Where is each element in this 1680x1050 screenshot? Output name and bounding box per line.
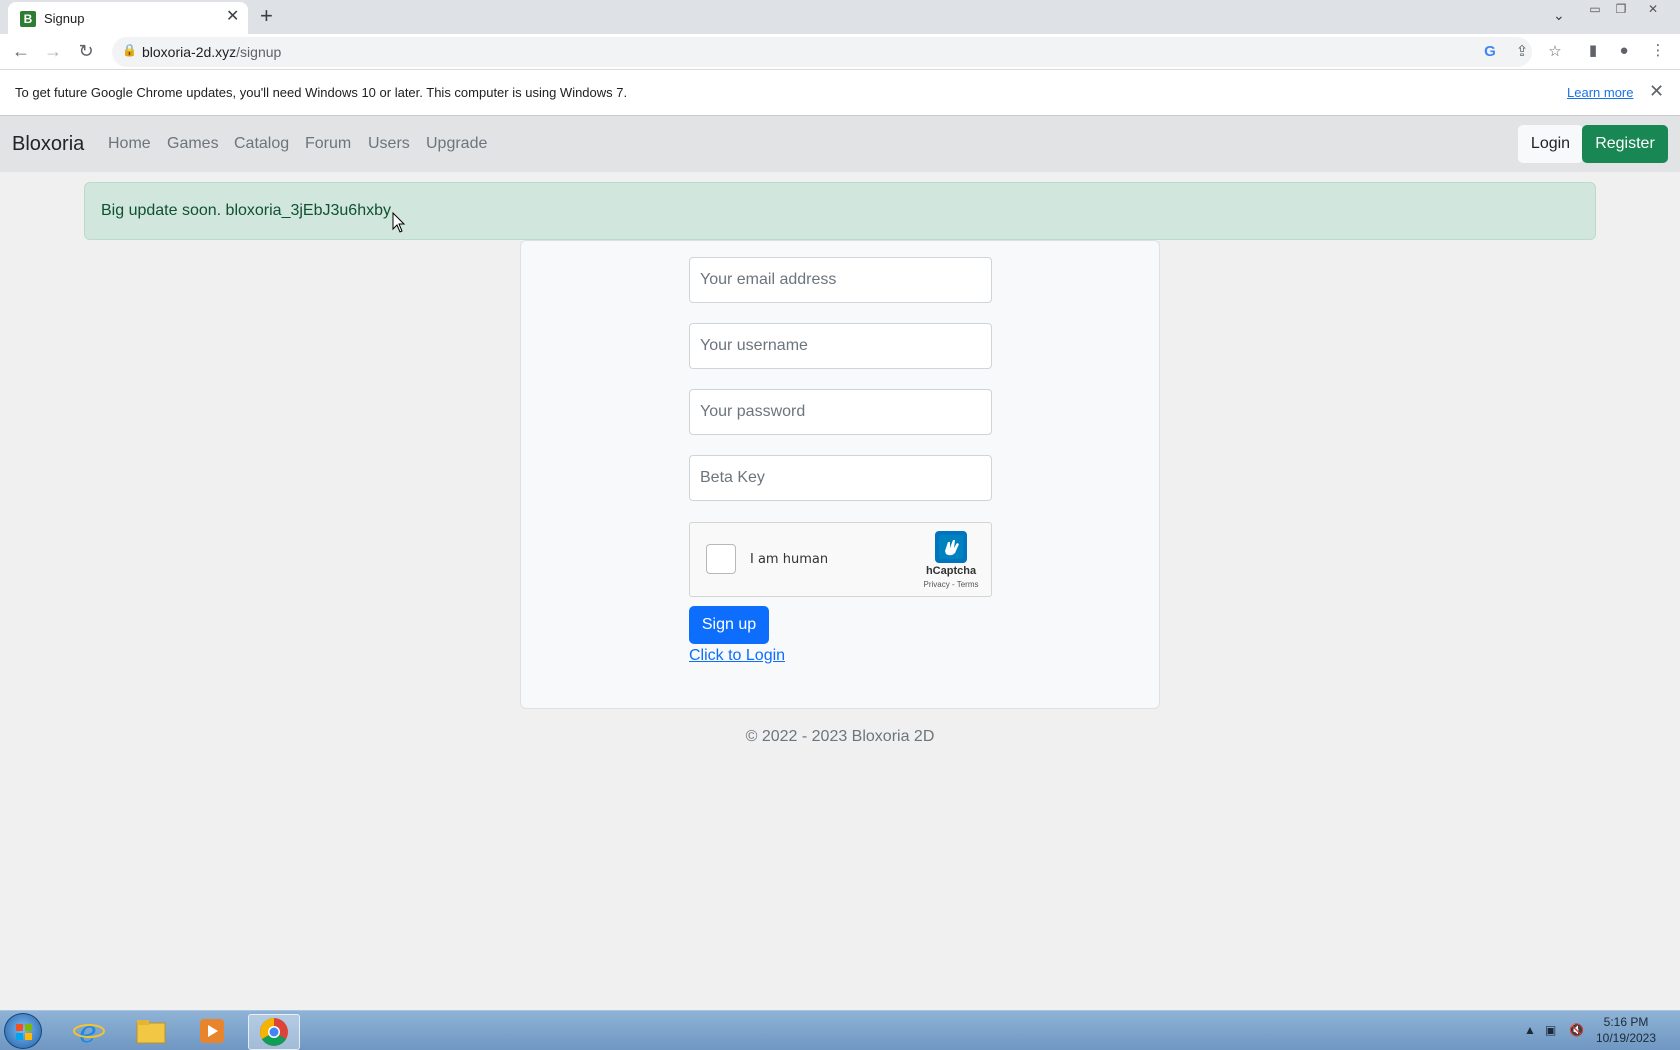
register-button[interactable]: Register xyxy=(1582,125,1668,163)
learn-more-link[interactable]: Learn more xyxy=(1567,85,1633,100)
restore-window-icon[interactable]: ❐ xyxy=(1608,0,1634,18)
system-clock[interactable]: 5:16 PM 10/19/2023 xyxy=(1588,1014,1664,1046)
windows-taskbar: e ▲ ▣ 🔇 5:16 PM 10/19/2023 xyxy=(0,1010,1680,1050)
hcaptcha-logo-icon xyxy=(935,531,967,563)
click-to-login-link[interactable]: Click to Login xyxy=(689,647,785,665)
address-bar[interactable]: 🔒 bloxoria-2d.xyz/signup G ⇪ ☆ xyxy=(112,37,1562,67)
chrome-taskbar-icon[interactable] xyxy=(248,1014,300,1050)
hcaptcha-widget: I am human hCaptcha Privacy - Terms xyxy=(689,522,992,597)
captcha-checkbox[interactable] xyxy=(706,544,736,574)
clock-date: 10/19/2023 xyxy=(1595,1031,1657,1045)
nav-link-forum[interactable]: Forum xyxy=(305,135,351,153)
site-brand[interactable]: Bloxoria xyxy=(12,133,84,156)
network-icon[interactable]: ▣ xyxy=(1545,1023,1556,1037)
internet-explorer-icon[interactable]: e xyxy=(63,1014,115,1050)
site-favicon-icon: B xyxy=(20,11,36,27)
captcha-terms[interactable]: Privacy - Terms xyxy=(912,580,990,589)
captcha-label: I am human xyxy=(750,552,829,567)
nav-link-home[interactable]: Home xyxy=(108,135,151,153)
nav-link-upgrade[interactable]: Upgrade xyxy=(426,135,487,153)
close-window-icon[interactable]: ✕ xyxy=(1640,0,1666,18)
username-field[interactable] xyxy=(689,323,992,369)
back-arrow-icon[interactable]: ← xyxy=(9,40,33,62)
site-navbar: Bloxoria Home Games Catalog Forum Users … xyxy=(0,116,1680,172)
update-infobar: To get future Google Chrome updates, you… xyxy=(0,70,1680,116)
alert-text: Big update soon. bloxoria_3jEbJ3u6hxby xyxy=(101,202,391,219)
minimize-window-icon[interactable]: ▭ xyxy=(1582,0,1608,18)
beta-key-field[interactable] xyxy=(689,455,992,501)
new-tab-icon[interactable]: + xyxy=(260,5,273,27)
share-icon[interactable]: ⇪ xyxy=(1512,43,1532,61)
tab-title: Signup xyxy=(44,11,85,26)
file-explorer-icon[interactable] xyxy=(125,1014,177,1050)
url-text: bloxoria-2d.xyz/signup xyxy=(142,44,282,60)
browser-toolbar: ← → ↻ 🔒 bloxoria-2d.xyz/signup G ⇪ ☆ ▮ ●… xyxy=(0,34,1680,70)
tray-expand-icon[interactable]: ▲ xyxy=(1524,1023,1536,1037)
infobar-message: To get future Google Chrome updates, you… xyxy=(15,85,628,100)
forward-arrow-icon[interactable]: → xyxy=(41,40,65,62)
nav-link-catalog[interactable]: Catalog xyxy=(234,135,289,153)
nav-link-games[interactable]: Games xyxy=(167,135,219,153)
volume-muted-icon[interactable]: 🔇 xyxy=(1569,1023,1584,1037)
page-footer: © 2022 - 2023 Bloxoria 2D xyxy=(745,728,935,745)
bookmark-star-icon[interactable]: ☆ xyxy=(1545,43,1565,61)
google-lens-icon[interactable]: G xyxy=(1480,43,1500,61)
windows-flag-icon xyxy=(16,1024,32,1040)
tab-close-icon[interactable]: ✕ xyxy=(226,9,239,25)
password-field[interactable] xyxy=(689,389,992,435)
browser-tab[interactable]: B Signup ✕ xyxy=(8,2,248,34)
browser-tab-strip: B Signup ✕ + ⌄ ▭ ❐ ✕ xyxy=(0,0,1680,34)
reload-icon[interactable]: ↻ xyxy=(74,40,98,62)
announcement-alert: Big update soon. bloxoria_3jEbJ3u6hxby xyxy=(84,182,1596,240)
lock-icon: 🔒 xyxy=(122,43,137,57)
svg-text:e: e xyxy=(79,1015,97,1048)
start-button[interactable] xyxy=(4,1013,42,1049)
nav-link-users[interactable]: Users xyxy=(368,135,410,153)
profile-avatar-icon[interactable]: ● xyxy=(1614,42,1634,60)
tab-search-chevron-icon[interactable]: ⌄ xyxy=(1553,7,1565,24)
login-button[interactable]: Login xyxy=(1518,125,1583,163)
email-field[interactable] xyxy=(689,257,992,303)
mouse-cursor-icon xyxy=(392,212,406,233)
media-player-icon[interactable] xyxy=(186,1014,238,1050)
infobar-close-icon[interactable]: ✕ xyxy=(1649,81,1664,102)
side-panel-icon[interactable]: ▮ xyxy=(1583,42,1603,60)
captcha-brand: hCaptcha xyxy=(925,565,977,577)
chrome-menu-icon[interactable]: ⋮ xyxy=(1648,42,1668,60)
clock-time: 5:16 PM xyxy=(1603,1015,1649,1029)
sign-up-button[interactable]: Sign up xyxy=(689,606,769,644)
